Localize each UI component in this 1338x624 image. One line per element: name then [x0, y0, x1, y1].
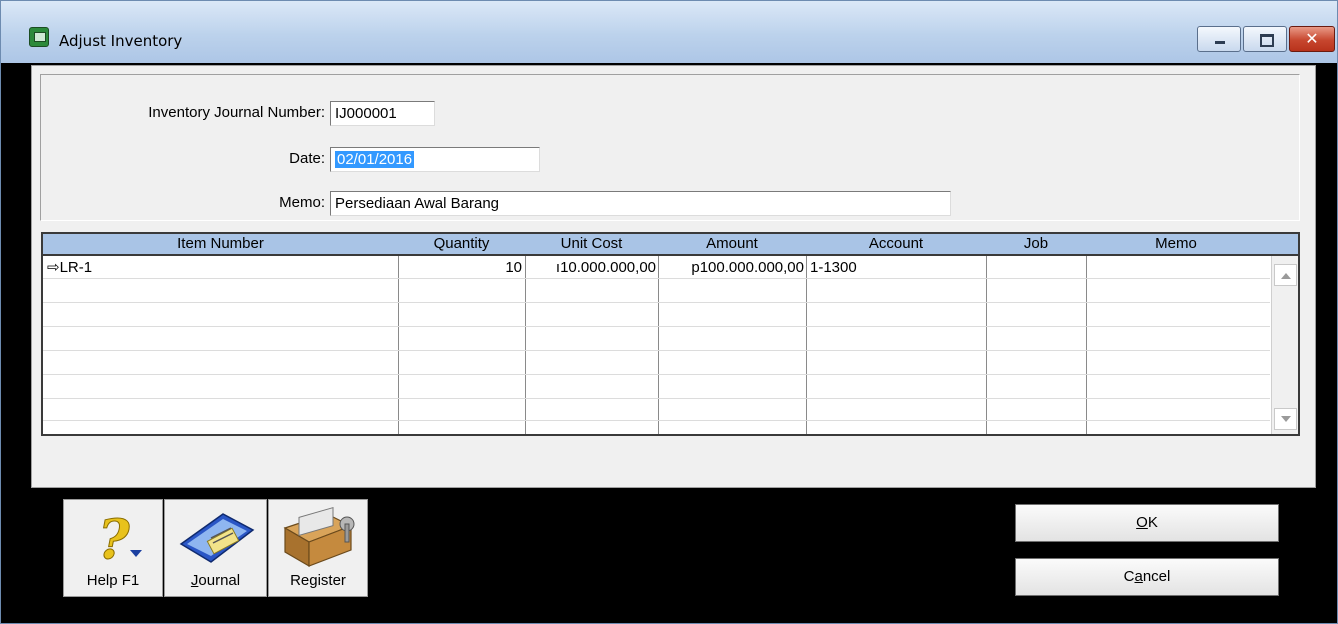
help-button[interactable]: ? Help F1	[63, 499, 163, 597]
row-line	[43, 374, 1270, 375]
date-label: Date:	[289, 150, 325, 167]
register-cabinet-icon	[283, 507, 355, 568]
row-line	[43, 302, 1270, 303]
cell-unit-cost[interactable]: ı10.000.000,00	[527, 258, 656, 278]
col-header-quantity[interactable]: Quantity	[398, 234, 525, 254]
journal-label: Journal	[190, 572, 241, 589]
memo-label: Memo:	[279, 194, 325, 211]
memo-input[interactable]: Persediaan Awal Barang	[330, 191, 951, 216]
row-line	[43, 398, 1270, 399]
register-button[interactable]: Register	[268, 499, 368, 597]
row-line	[43, 278, 1270, 279]
cell-quantity[interactable]: 10	[400, 258, 522, 278]
cancel-button[interactable]: Cancel	[1015, 558, 1279, 596]
journal-button[interactable]: Journal	[164, 499, 267, 597]
maximize-button[interactable]	[1243, 26, 1287, 52]
col-divider	[1086, 256, 1087, 434]
row-line	[43, 326, 1270, 327]
date-input[interactable]: 02/01/2016	[330, 147, 540, 172]
col-header-account[interactable]: Account	[806, 234, 986, 254]
col-divider	[986, 256, 987, 434]
app-icon	[29, 27, 49, 47]
minimize-button[interactable]	[1197, 26, 1241, 52]
journal-number-label: Inventory Journal Number:	[148, 104, 325, 121]
scroll-up-icon[interactable]	[1274, 264, 1297, 286]
help-label: Help F1	[86, 572, 140, 589]
help-question-icon: ?	[98, 507, 142, 570]
row-line	[43, 350, 1270, 351]
date-value: 02/01/2016	[335, 151, 415, 168]
col-header-unit-cost[interactable]: Unit Cost	[525, 234, 658, 254]
row-line	[43, 420, 1270, 421]
col-header-amount[interactable]: Amount	[658, 234, 806, 254]
cell-account[interactable]: 1-1300	[810, 258, 984, 278]
grid-header: Item Number Quantity Unit Cost Amount Ac…	[43, 234, 1298, 256]
header-section: Inventory Journal Number: IJ000001 Date:…	[40, 74, 1300, 221]
inventory-grid[interactable]: Item Number Quantity Unit Cost Amount Ac…	[41, 232, 1300, 436]
svg-text:?: ?	[98, 507, 131, 570]
close-button[interactable]: ✕	[1289, 26, 1335, 52]
scroll-down-icon[interactable]	[1274, 408, 1297, 430]
ok-button[interactable]: OK	[1015, 504, 1279, 542]
col-divider	[525, 256, 526, 434]
adjust-inventory-window: Adjust Inventory ✕ Inventory Journal Num…	[0, 0, 1338, 624]
cell-item-number[interactable]: ⇨LR-1	[47, 258, 395, 278]
journal-number-input[interactable]: IJ000001	[330, 101, 435, 126]
main-panel: Inventory Journal Number: IJ000001 Date:…	[31, 65, 1316, 488]
journal-book-icon	[179, 513, 255, 563]
col-header-job[interactable]: Job	[986, 234, 1086, 254]
close-icon: ✕	[1305, 29, 1319, 48]
cell-job[interactable]	[990, 258, 1084, 278]
register-label: Register	[290, 572, 346, 589]
cell-amount[interactable]: p100.000.000,00	[660, 258, 804, 278]
grid-scrollbar[interactable]	[1271, 256, 1298, 434]
col-header-item-number[interactable]: Item Number	[43, 234, 398, 254]
title-bar[interactable]: Adjust Inventory ✕	[1, 1, 1337, 63]
col-divider	[806, 256, 807, 434]
cell-memo[interactable]	[1090, 258, 1268, 278]
col-divider	[398, 256, 399, 434]
window-title: Adjust Inventory	[59, 32, 183, 50]
col-header-memo[interactable]: Memo	[1086, 234, 1266, 254]
col-divider	[658, 256, 659, 434]
